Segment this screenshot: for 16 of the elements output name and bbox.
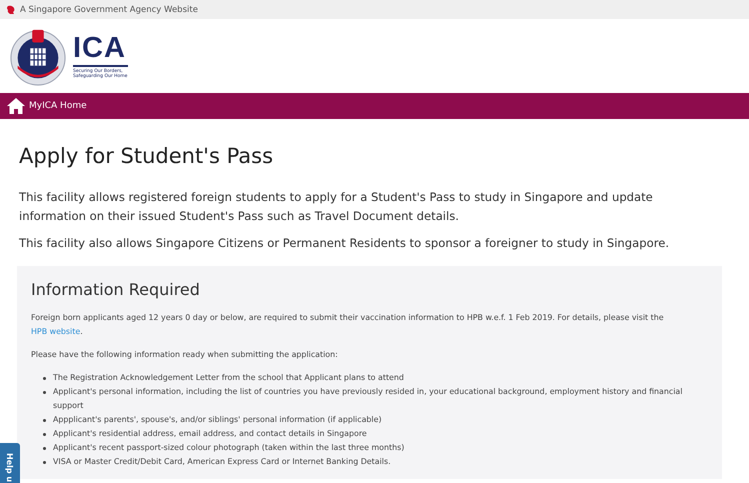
page-title: Apply for Student's Pass (19, 144, 274, 168)
intro-paragraph: This facility allows registered foreign students to apply for a Student's Pass to study in Singapore and update information on their issued Student's Pass such as Travel Document details. (19, 189, 654, 225)
bullet-icon (43, 390, 46, 394)
intro-paragraph: This facility also allows Singapore Citizens or Permanent Residents to sponsor a foreigner to study in Singapore. (19, 235, 670, 252)
home-icon (7, 98, 25, 114)
section-heading: Information Required (31, 280, 201, 299)
banner-text: A Singapore Government Agency Website (20, 4, 198, 14)
bullet-icon (43, 460, 46, 464)
bullet-icon (43, 418, 46, 422)
home-label[interactable]: MyICA Home (29, 101, 87, 111)
bullet-icon (43, 376, 46, 380)
bullet-icon (43, 446, 46, 450)
help-tab[interactable]: Help u (0, 443, 20, 483)
logo-wordmark: ICA (73, 33, 127, 64)
bullet-icon (43, 432, 46, 436)
home-link[interactable]: MyICA Home (7, 98, 87, 114)
